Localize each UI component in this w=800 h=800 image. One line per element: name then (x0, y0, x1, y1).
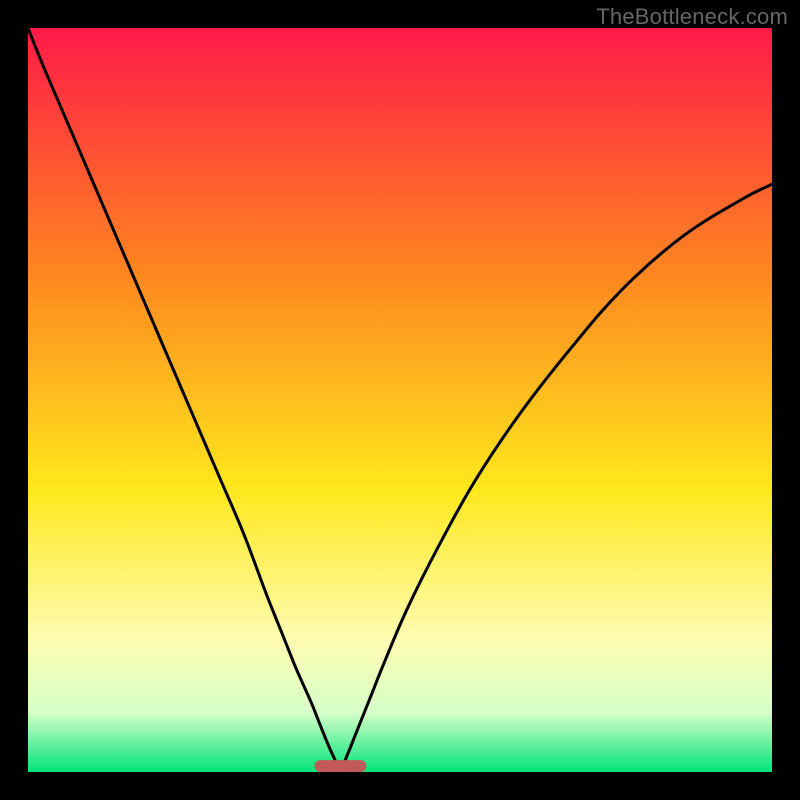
watermark-text: TheBottleneck.com (596, 4, 788, 30)
chart-frame: TheBottleneck.com (0, 0, 800, 800)
gradient-background (28, 28, 772, 772)
plot-area (28, 28, 772, 772)
optimum-marker (314, 760, 366, 772)
chart-svg (28, 28, 772, 772)
